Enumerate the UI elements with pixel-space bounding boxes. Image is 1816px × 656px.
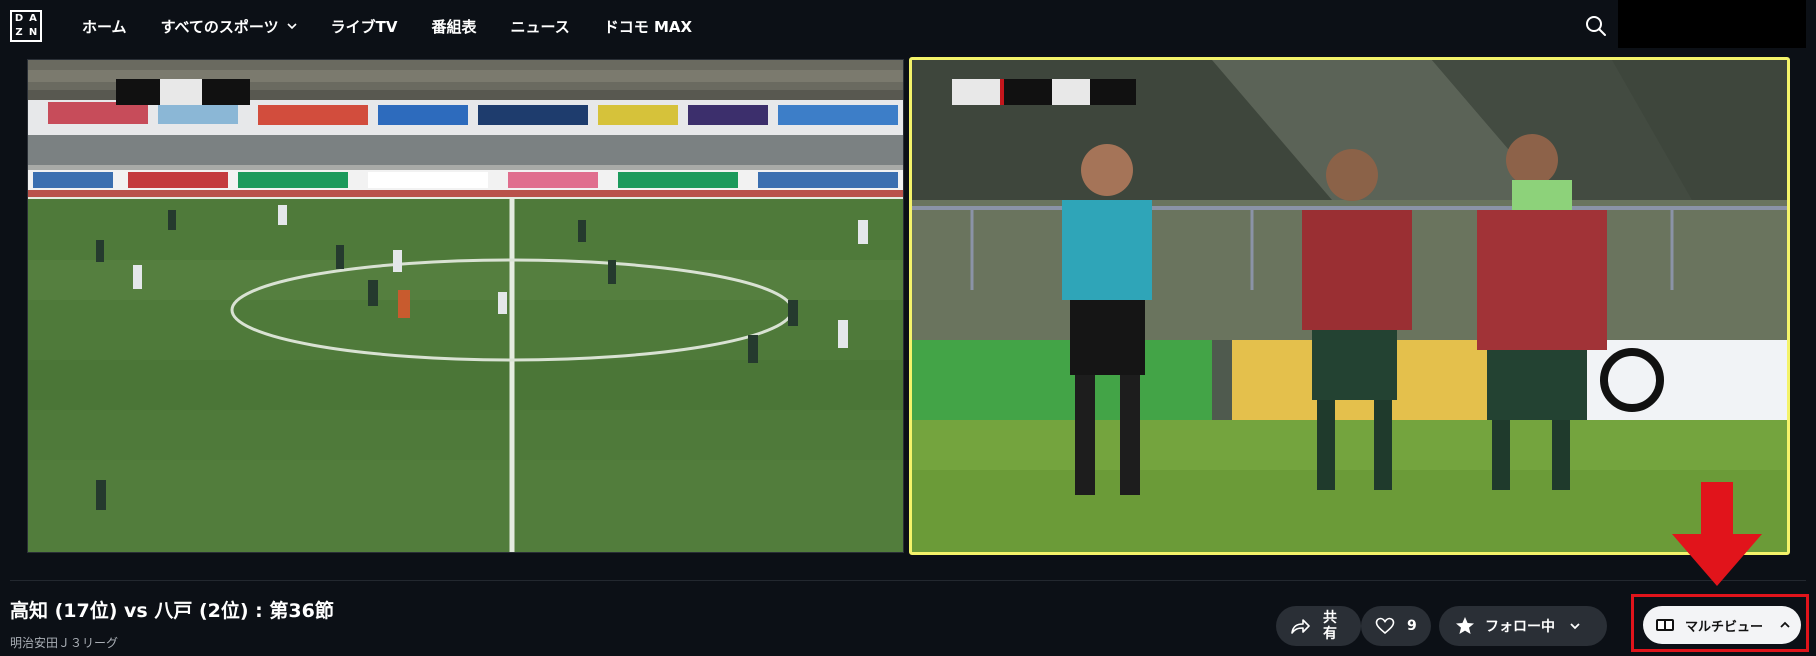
nav-item-label: ニュース: [510, 17, 570, 36]
video-player-left[interactable]: [27, 59, 904, 553]
top-navigation-bar: D A Z N ホーム すべてのスポーツ ライブTV 番組表 ニュース ドコモ …: [0, 0, 1816, 52]
soccer-pitch-wide-view: [28, 60, 903, 552]
like-count: 9: [1407, 618, 1417, 634]
logo-letter: A: [29, 13, 37, 24]
nav-item-label: すべてのスポーツ: [160, 17, 279, 36]
nav-item-news[interactable]: ニュース: [510, 16, 569, 37]
logo-letter: N: [28, 27, 38, 38]
video-player-right-active[interactable]: [909, 57, 1790, 555]
soccer-players-closeup: [912, 60, 1787, 552]
nav-item-all-sports[interactable]: すべてのスポーツ: [161, 16, 297, 37]
nav-item-label: ホーム: [82, 17, 127, 36]
nav-item-label: 番組表: [431, 17, 477, 36]
nav-item-docomo-max[interactable]: ドコモ MAX: [604, 16, 692, 37]
follow-button[interactable]: フォロー中: [1439, 606, 1607, 646]
share-button[interactable]: 共有: [1276, 606, 1361, 646]
event-title: 高知 (17位) vs 八戸 (2位) : 第36節: [10, 600, 334, 622]
chevron-up-icon: [1780, 621, 1790, 628]
heart-icon: [1375, 617, 1395, 635]
logo-letter: D: [14, 13, 24, 24]
chevron-down-icon: [287, 23, 297, 30]
main-nav: ホーム すべてのスポーツ ライブTV 番組表 ニュース ドコモ MAX: [82, 0, 726, 52]
account-area[interactable]: [1618, 0, 1806, 48]
nav-item-home[interactable]: ホーム: [82, 16, 127, 37]
red-arrow-annotation: [1672, 482, 1762, 586]
score-bug: [952, 79, 1136, 105]
logo-letter: Z: [15, 27, 23, 38]
score-bug: [116, 79, 250, 105]
league-name: 明治安田Ｊ３リーグ: [10, 636, 119, 650]
share-label: 共有: [1323, 610, 1337, 642]
like-button[interactable]: 9: [1361, 606, 1431, 646]
share-arrow-icon: [1291, 619, 1310, 634]
search-icon[interactable]: [1584, 14, 1608, 38]
star-icon: [1456, 617, 1474, 634]
nav-item-label: ライブTV: [330, 17, 398, 36]
multiview-button[interactable]: マルチビュー: [1643, 606, 1801, 644]
nav-item-label: ドコモ MAX: [603, 17, 693, 36]
dazn-logo[interactable]: D A Z N: [10, 10, 42, 42]
divider: [10, 580, 1806, 581]
multiview-label: マルチビュー: [1685, 619, 1764, 635]
follow-label: フォロー中: [1485, 619, 1555, 635]
multiview-icon: [1656, 619, 1674, 631]
nav-item-live-tv[interactable]: ライブTV: [331, 16, 398, 37]
chevron-down-icon: [1570, 623, 1580, 630]
nav-item-schedule[interactable]: 番組表: [431, 16, 476, 37]
